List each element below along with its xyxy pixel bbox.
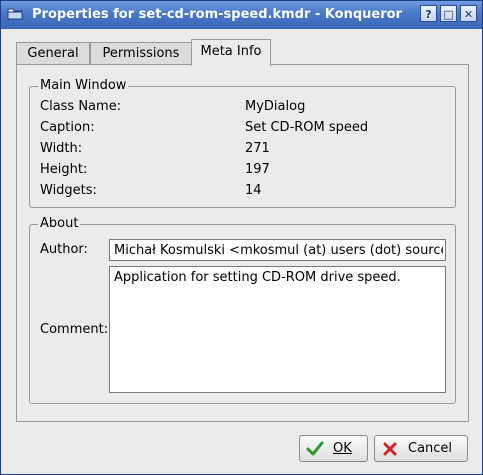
tab-meta-info[interactable]: Meta Info [191,39,271,66]
class-name-label: Class Name: [40,99,122,114]
comment-label: Comment: [40,322,109,337]
main-window-group: Main Window Class Name: MyDialog Caption… [29,78,456,208]
caption-value: Set CD-ROM speed [245,120,369,135]
width-value: 271 [245,141,270,156]
author-value: Michał Kosmulski <mkosmul (at) users (do… [114,243,443,258]
ok-button[interactable]: OK [299,435,368,462]
widgets-label: Widgets: [40,183,97,198]
caption-label: Caption: [40,120,95,135]
height-label: Height: [40,162,88,177]
tab-label: Permissions [102,46,180,61]
group-legend: Main Window [38,78,129,93]
comment-field[interactable]: Application for setting CD-ROM drive spe… [109,266,446,393]
cancel-icon [383,442,397,456]
properties-dialog: Properties for set-cd-rom-speed.kmdr - K… [0,0,483,475]
folder-icon [7,8,23,20]
tab-permissions[interactable]: Permissions [90,42,192,65]
height-value: 197 [245,162,270,177]
tab-label: General [27,46,79,61]
ok-label: OK [333,441,352,456]
class-name-value: MyDialog [245,99,306,114]
tab-panel: Main Window Class Name: MyDialog Caption… [16,64,469,422]
help-button[interactable]: ? [420,5,437,22]
title-bar[interactable]: Properties for set-cd-rom-speed.kmdr - K… [1,1,482,29]
width-label: Width: [40,141,83,156]
close-button[interactable]: ✕ [460,5,477,22]
maximize-button[interactable]: □ [440,5,457,22]
comment-value: Application for setting CD-ROM drive spe… [114,270,401,285]
author-label: Author: [40,242,88,257]
about-group: About Author: Michał Kosmulski <mkosmul … [29,216,456,404]
cancel-button[interactable]: Cancel [374,435,468,462]
tab-general[interactable]: General [16,42,90,65]
cancel-label: Cancel [408,441,453,456]
tab-label: Meta Info [200,44,262,59]
group-legend: About [38,216,81,231]
window-title: Properties for set-cd-rom-speed.kmdr - K… [32,7,402,22]
widgets-value: 14 [245,183,262,198]
check-icon [306,441,324,456]
author-field[interactable]: Michał Kosmulski <mkosmul (at) users (do… [109,239,446,261]
